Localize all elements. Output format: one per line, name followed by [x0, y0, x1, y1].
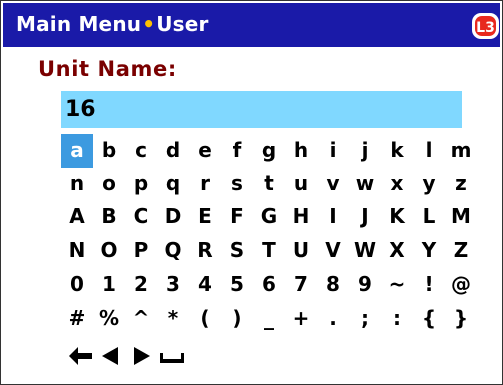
- cursor-left-icon[interactable]: [96, 339, 126, 373]
- key[interactable]: 8: [317, 268, 349, 302]
- key[interactable]: L: [413, 200, 445, 234]
- key[interactable]: l: [413, 134, 445, 168]
- key[interactable]: .: [317, 302, 349, 336]
- key[interactable]: K: [381, 200, 413, 234]
- title-bar: Main Menu•User L3: [3, 3, 500, 47]
- key[interactable]: ~: [381, 268, 413, 302]
- cursor-right-icon[interactable]: [126, 339, 156, 373]
- key[interactable]: 5: [221, 268, 253, 302]
- key[interactable]: J: [349, 200, 381, 234]
- key[interactable]: I: [317, 200, 349, 234]
- key[interactable]: x: [381, 167, 413, 201]
- key[interactable]: b: [93, 134, 125, 168]
- key[interactable]: 9: [349, 268, 381, 302]
- key[interactable]: n: [61, 167, 93, 201]
- key[interactable]: g: [253, 134, 285, 168]
- key[interactable]: :: [381, 302, 413, 336]
- key[interactable]: i: [317, 134, 349, 168]
- key[interactable]: 3: [157, 268, 189, 302]
- key[interactable]: m: [445, 134, 477, 168]
- key[interactable]: U: [285, 234, 317, 268]
- key[interactable]: z: [445, 167, 477, 201]
- key[interactable]: 1: [93, 268, 125, 302]
- key[interactable]: @: [445, 268, 477, 302]
- key[interactable]: v: [317, 167, 349, 201]
- key[interactable]: s: [221, 167, 253, 201]
- key[interactable]: P: [125, 234, 157, 268]
- key[interactable]: W: [349, 234, 381, 268]
- key[interactable]: y: [413, 167, 445, 201]
- key[interactable]: D: [157, 200, 189, 234]
- key[interactable]: *: [157, 302, 189, 336]
- l3-logo-icon: L3: [472, 13, 499, 39]
- key[interactable]: ): [221, 302, 253, 336]
- key[interactable]: Z: [445, 234, 477, 268]
- page-title: Main Menu•User: [16, 12, 209, 36]
- logo-text: L3: [476, 20, 495, 36]
- key[interactable]: }: [445, 302, 477, 336]
- title-section: User: [156, 12, 209, 36]
- key[interactable]: o: [93, 167, 125, 201]
- key[interactable]: T: [253, 234, 285, 268]
- backspace-arrow-icon[interactable]: [66, 339, 96, 373]
- key[interactable]: ;: [349, 302, 381, 336]
- key[interactable]: e: [189, 134, 221, 168]
- key[interactable]: j: [349, 134, 381, 168]
- key[interactable]: B: [93, 200, 125, 234]
- key[interactable]: h: [285, 134, 317, 168]
- key[interactable]: c: [125, 134, 157, 168]
- unit-name-input[interactable]: [61, 91, 462, 128]
- key[interactable]: k: [381, 134, 413, 168]
- key[interactable]: 0: [61, 268, 93, 302]
- key[interactable]: X: [381, 234, 413, 268]
- key[interactable]: #: [61, 302, 93, 336]
- key[interactable]: S: [221, 234, 253, 268]
- key[interactable]: G: [253, 200, 285, 234]
- key[interactable]: H: [285, 200, 317, 234]
- key[interactable]: w: [349, 167, 381, 201]
- key[interactable]: 6: [253, 268, 285, 302]
- key[interactable]: V: [317, 234, 349, 268]
- key[interactable]: %: [93, 302, 125, 336]
- key[interactable]: +: [285, 302, 317, 336]
- title-menu: Main Menu: [16, 12, 142, 36]
- space-icon[interactable]: [156, 339, 186, 373]
- key[interactable]: M: [445, 200, 477, 234]
- key[interactable]: f: [221, 134, 253, 168]
- key[interactable]: O: [93, 234, 125, 268]
- key[interactable]: Y: [413, 234, 445, 268]
- key[interactable]: 2: [125, 268, 157, 302]
- key[interactable]: R: [189, 234, 221, 268]
- key[interactable]: 4: [189, 268, 221, 302]
- unit-name-label: Unit Name:: [38, 57, 177, 81]
- key[interactable]: p: [125, 167, 157, 201]
- key[interactable]: d: [157, 134, 189, 168]
- key[interactable]: 7: [285, 268, 317, 302]
- key[interactable]: Q: [157, 234, 189, 268]
- title-separator: •: [142, 12, 156, 36]
- key[interactable]: a: [61, 134, 93, 168]
- key[interactable]: !: [413, 268, 445, 302]
- key[interactable]: ^: [125, 302, 157, 336]
- key[interactable]: u: [285, 167, 317, 201]
- key[interactable]: F: [221, 200, 253, 234]
- key[interactable]: A: [61, 200, 93, 234]
- key[interactable]: _: [253, 302, 285, 336]
- key[interactable]: (: [189, 302, 221, 336]
- key[interactable]: t: [253, 167, 285, 201]
- key[interactable]: N: [61, 234, 93, 268]
- key[interactable]: C: [125, 200, 157, 234]
- key[interactable]: q: [157, 167, 189, 201]
- key[interactable]: r: [189, 167, 221, 201]
- key[interactable]: E: [189, 200, 221, 234]
- key[interactable]: {: [413, 302, 445, 336]
- screen-frame: Main Menu•User L3 Unit Name: abcdefghijk…: [0, 0, 503, 385]
